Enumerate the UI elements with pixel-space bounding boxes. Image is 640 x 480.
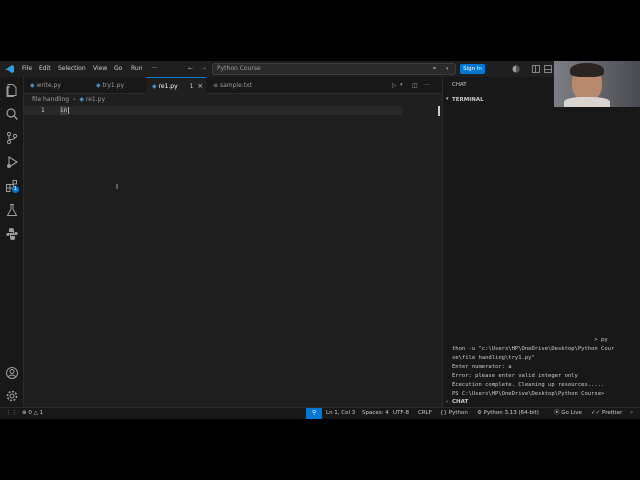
accounts-icon[interactable] xyxy=(512,65,520,73)
menu-more[interactable]: ··· xyxy=(152,61,158,77)
activity-bar: 1 xyxy=(0,77,24,407)
language-label: Python xyxy=(448,410,468,416)
code-line[interactable]: in xyxy=(60,106,68,115)
braces-icon: {} xyxy=(440,410,447,416)
menu-view[interactable]: View xyxy=(93,61,107,77)
menu-selection[interactable]: Selection xyxy=(58,61,86,77)
python-file-icon: ◆ xyxy=(96,82,101,89)
menu-file[interactable]: File xyxy=(22,61,32,77)
problems-count-badge: 1 xyxy=(189,83,194,90)
text-cursor xyxy=(68,107,69,114)
double-check-icon: ✓✓ xyxy=(591,410,601,416)
terminal-output[interactable]: > py thon -u "c:\Users\HP\OneDrive\Deskt… xyxy=(452,336,638,399)
python-icon: ⚙ xyxy=(477,410,482,416)
sign-in-button[interactable]: Sign In xyxy=(460,64,485,74)
explorer-icon[interactable] xyxy=(5,82,19,97)
indentation[interactable]: Spaces: 4 xyxy=(362,408,389,419)
terminal-line: PS C:\Users\HP\OneDrive\Desktop\Python C… xyxy=(452,391,608,397)
run-debug-icon[interactable] xyxy=(5,154,19,168)
terminal-line: Error: please enter valid integer only xyxy=(452,373,578,379)
breadcrumb: file handling › ◆ re1.py xyxy=(24,94,442,106)
mouse-ibeam-cursor-icon: I xyxy=(116,183,119,191)
tab-label: try1.py xyxy=(102,82,125,89)
interpreter-label: Python 3.13 (64-bit) xyxy=(483,410,539,416)
breadcrumb-folder[interactable]: file handling xyxy=(32,96,69,103)
source-control-icon[interactable] xyxy=(5,130,19,145)
chevron-right-icon[interactable]: › xyxy=(446,399,448,405)
remote-icon[interactable]: ⋮⋮ xyxy=(6,408,17,419)
command-center-search[interactable]: Python Course xyxy=(212,63,456,75)
line-ending[interactable]: CRLF xyxy=(418,408,432,419)
terminal-line: se\file handling\try1.py" xyxy=(452,355,535,361)
extensions-badge: 1 xyxy=(12,186,19,193)
chevron-down-icon[interactable]: ▾ xyxy=(446,96,449,102)
layout-icon[interactable] xyxy=(532,65,540,73)
close-icon[interactable]: × xyxy=(197,82,203,90)
cursor-position[interactable]: Ln 1, Col 3 xyxy=(326,408,355,419)
python-icon[interactable] xyxy=(5,226,19,240)
python-file-icon: ◆ xyxy=(30,82,35,89)
language-mode[interactable]: {} Python xyxy=(440,408,468,419)
tab-write-py[interactable]: ◆ write.py xyxy=(24,77,84,94)
split-editor-icon[interactable]: ◫ xyxy=(412,77,418,94)
broadcast-icon: ⦿ xyxy=(554,410,560,416)
scrollbar-marker[interactable] xyxy=(438,106,440,116)
menu-edit[interactable]: Edit xyxy=(39,61,51,77)
search-icon[interactable] xyxy=(5,106,19,120)
tab-sample-txt[interactable]: ≡ sample.txt xyxy=(209,77,269,94)
run-file-icon[interactable]: ▷ xyxy=(392,77,397,94)
back-arrow-icon[interactable]: ← xyxy=(188,61,193,77)
more-actions-icon[interactable]: ··· xyxy=(424,77,430,94)
breadcrumb-file[interactable]: re1.py xyxy=(86,96,105,103)
code-editor[interactable]: 1 in I xyxy=(24,106,442,407)
testing-icon[interactable] xyxy=(5,202,19,216)
tab-label: sample.txt xyxy=(219,82,252,89)
current-line-highlight xyxy=(24,106,402,115)
terminal-line: > py xyxy=(452,337,608,343)
python-file-icon: ◆ xyxy=(152,83,157,90)
copilot-icon[interactable]: ⚭ xyxy=(432,61,437,77)
tab-re1-py[interactable]: ◆ re1.py 1 × xyxy=(146,77,206,94)
forward-arrow-icon[interactable]: → xyxy=(201,61,206,77)
python-interpreter[interactable]: ⚙ Python 3.13 (64-bit) xyxy=(477,408,539,419)
secondary-panel: CHAT ▾ TERMINAL > py thon -u "c:\Users\H… xyxy=(442,77,640,407)
terminal-line: Ececution complete. Cleaning up resource… xyxy=(452,382,605,388)
account-icon[interactable] xyxy=(5,365,19,379)
go-live-button[interactable]: ⦿ Go Live xyxy=(554,408,582,419)
prettier-status[interactable]: ✓✓ Prettier xyxy=(591,408,622,419)
menu-run[interactable]: Run xyxy=(131,61,143,77)
notifications-bell-icon[interactable]: ▿ xyxy=(630,408,633,419)
warning-icon: △ xyxy=(33,410,38,416)
zoom-search-icon[interactable]: ⚲ xyxy=(306,408,322,419)
warning-count: 1 xyxy=(39,410,44,416)
vscode-logo-icon xyxy=(5,65,14,73)
problems-indicator[interactable]: ⊗ 0 △ 1 xyxy=(22,408,43,419)
tab-label: write.py xyxy=(36,82,61,89)
go-live-label: Go Live xyxy=(561,410,582,416)
title-bar: File Edit Selection View Go Run ··· ← → … xyxy=(0,61,640,77)
python-file-icon: ◆ xyxy=(79,96,84,103)
terminal-line: thon -u "c:\Users\HP\OneDrive\Desktop\Py… xyxy=(452,346,615,352)
editor-tabs: ◆ write.py ◆ try1.py ◆ re1.py 1 × ≡ samp… xyxy=(24,77,442,94)
encoding[interactable]: UTF-8 xyxy=(393,408,409,419)
tab-chat[interactable]: CHAT xyxy=(452,82,467,88)
text-file-icon: ≡ xyxy=(213,82,219,89)
webcam-overlay xyxy=(554,61,640,107)
error-count: 0 xyxy=(28,410,32,416)
menu-go[interactable]: Go xyxy=(114,61,122,77)
settings-gear-icon[interactable] xyxy=(5,388,19,402)
prettier-label: Prettier xyxy=(601,410,623,416)
run-options-chevron-icon[interactable]: ▾ xyxy=(400,77,403,94)
tab-label: re1.py xyxy=(158,83,178,90)
breadcrumb-separator: › xyxy=(73,96,76,103)
terminal-section-header[interactable]: TERMINAL xyxy=(452,97,484,103)
error-icon: ⊗ xyxy=(22,410,27,416)
chat-section-header[interactable]: CHAT xyxy=(452,399,468,405)
tab-try1-py[interactable]: ◆ try1.py xyxy=(90,77,148,94)
chevron-down-icon[interactable]: ▾ xyxy=(446,61,449,77)
terminal-line: Enter numerator: a xyxy=(452,364,512,370)
line-number: 1 xyxy=(41,107,45,114)
status-bar: ⋮⋮ ⊗ 0 △ 1 ⚲ Ln 1, Col 3 Spaces: 4 UTF-8… xyxy=(0,407,640,419)
panel-toggle-icon[interactable] xyxy=(544,65,552,73)
